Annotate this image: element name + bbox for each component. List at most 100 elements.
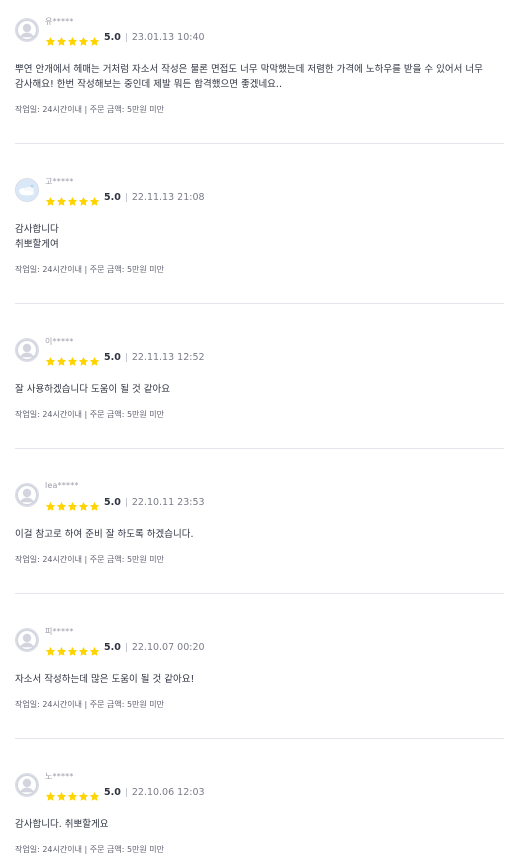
divider-bar [125,787,127,797]
star-icon [67,787,78,801]
star-icon [56,497,67,511]
star-icon [45,787,56,801]
star-icon [56,642,67,656]
star-icon [67,642,78,656]
star-icon [78,192,89,206]
order-info: 작업일: 24시간이내 | 주문 금액: 5만원 미만 [15,845,165,854]
reviewer-name: 유***** [45,17,74,26]
review-meta: 5.0 22.10.06 12:03 [45,785,205,801]
reviewer-name: 피***** [45,627,74,636]
review-header: lea***** 5.0 22.10.11 23:53 [15,481,504,517]
star-icon [45,32,56,46]
review-header: 피***** 5.0 22.10.07 00:20 [15,626,504,662]
review-date: 22.10.06 12:03 [131,786,205,798]
review-list: 유***** 5.0 23.01.13 10:40 뿌연 안개에서 헤매는 거처… [0,0,516,863]
divider-bar [125,642,127,652]
reviewer-name: 노***** [45,772,74,781]
review-header: 유***** 5.0 23.01.13 10:40 [15,16,504,52]
user-silhouette-icon [16,339,38,361]
star-icon [67,192,78,206]
star-icon [67,497,78,511]
review-meta: 5.0 22.11.13 21:08 [45,190,205,206]
divider-bar [125,192,127,202]
default-user-avatar-icon[interactable] [15,628,39,652]
review-item: 노***** 5.0 22.10.06 12:03 감사합니다. 취뽀할게요 작… [15,755,504,863]
review-header: 고***** 5.0 22.11.13 21:08 [15,176,504,212]
review-item: 유***** 5.0 23.01.13 10:40 뿌연 안개에서 헤매는 거처… [15,0,504,144]
review-item: 피***** 5.0 22.10.07 00:20 자소서 작성하는데 많은 도… [15,610,504,739]
review-text: 감사합니다. 취뽀할게요 [15,819,109,830]
star-icon [89,192,100,206]
reviewer-name: 고***** [45,177,74,186]
star-rating [45,352,100,366]
review-item: 이***** 5.0 22.11.13 12:52 잘 사용하겠습니다 도움이 … [15,320,504,449]
review-text: 자소서 작성하는데 많은 도움이 될 것 같아요! [15,674,195,685]
order-info: 작업일: 24시간이내 | 주문 금액: 5만원 미만 [15,105,165,114]
order-info: 작업일: 24시간이내 | 주문 금액: 5만원 미만 [15,265,165,274]
star-icon [45,642,56,656]
divider-bar [125,497,127,507]
star-icon [45,192,56,206]
star-icon [89,642,100,656]
star-icon [56,787,67,801]
star-icon [56,192,67,206]
star-icon [78,352,89,366]
user-silhouette-icon [16,484,38,506]
default-user-avatar-icon[interactable] [15,483,39,507]
review-date: 22.11.13 12:52 [131,351,205,363]
star-icon [45,352,56,366]
review-text: 뿌연 안개에서 헤매는 거처럼 자소서 작성은 물론 면접도 너무 막막했는데 … [15,64,483,90]
star-rating [45,192,100,206]
user-silhouette-icon [16,19,38,41]
star-rating [45,642,100,656]
default-user-avatar-icon[interactable] [15,18,39,42]
review-item: 고***** 5.0 22.11.13 21:08 감사합니다 취뽀할게여 작업… [15,160,504,304]
star-icon [89,787,100,801]
star-icon [78,787,89,801]
review-meta: 5.0 22.10.11 23:53 [45,495,205,511]
review-text: 잘 사용하겠습니다 도움이 될 것 같아요 [15,384,170,395]
review-date: 23.01.13 10:40 [131,31,205,43]
star-icon [89,32,100,46]
star-icon [89,497,100,511]
review-header: 노***** 5.0 22.10.06 12:03 [15,771,504,807]
star-icon [89,352,100,366]
star-icon [67,32,78,46]
review-meta: 5.0 22.11.13 12:52 [45,350,205,366]
star-icon [78,642,89,656]
order-info: 작업일: 24시간이내 | 주문 금액: 5만원 미만 [15,555,165,564]
reviewer-name: lea***** [45,481,79,490]
divider-bar [125,352,127,362]
review-meta: 5.0 23.01.13 10:40 [45,30,205,46]
star-icon [78,32,89,46]
rating-score: 5.0 [104,496,121,508]
star-icon [78,497,89,511]
star-rating [45,32,100,46]
divider-bar [125,32,127,42]
rating-score: 5.0 [104,786,121,798]
star-icon [45,497,56,511]
rating-score: 5.0 [104,641,121,653]
star-icon [56,32,67,46]
order-info: 작업일: 24시간이내 | 주문 금액: 5만원 미만 [15,410,165,419]
default-user-avatar-icon[interactable] [15,773,39,797]
rating-score: 5.0 [104,191,121,203]
user-photo-icon [16,179,38,201]
star-icon [67,352,78,366]
rating-score: 5.0 [104,31,121,43]
default-user-avatar-icon[interactable] [15,338,39,362]
review-date: 22.10.11 23:53 [131,496,205,508]
user-photo-avatar[interactable] [15,178,39,202]
star-icon [56,352,67,366]
review-meta: 5.0 22.10.07 00:20 [45,640,205,656]
review-item: lea***** 5.0 22.10.11 23:53 이걸 참고로 하여 준비… [15,465,504,594]
review-header: 이***** 5.0 22.11.13 12:52 [15,336,504,372]
user-silhouette-icon [16,774,38,796]
review-text: 이걸 참고로 하여 준비 잘 하도록 하겠습니다. [15,529,194,540]
star-rating [45,787,100,801]
star-rating [45,497,100,511]
order-info: 작업일: 24시간이내 | 주문 금액: 5만원 미만 [15,700,165,709]
reviewer-name: 이***** [45,337,74,346]
review-date: 22.11.13 21:08 [131,191,205,203]
review-date: 22.10.07 00:20 [131,641,205,653]
